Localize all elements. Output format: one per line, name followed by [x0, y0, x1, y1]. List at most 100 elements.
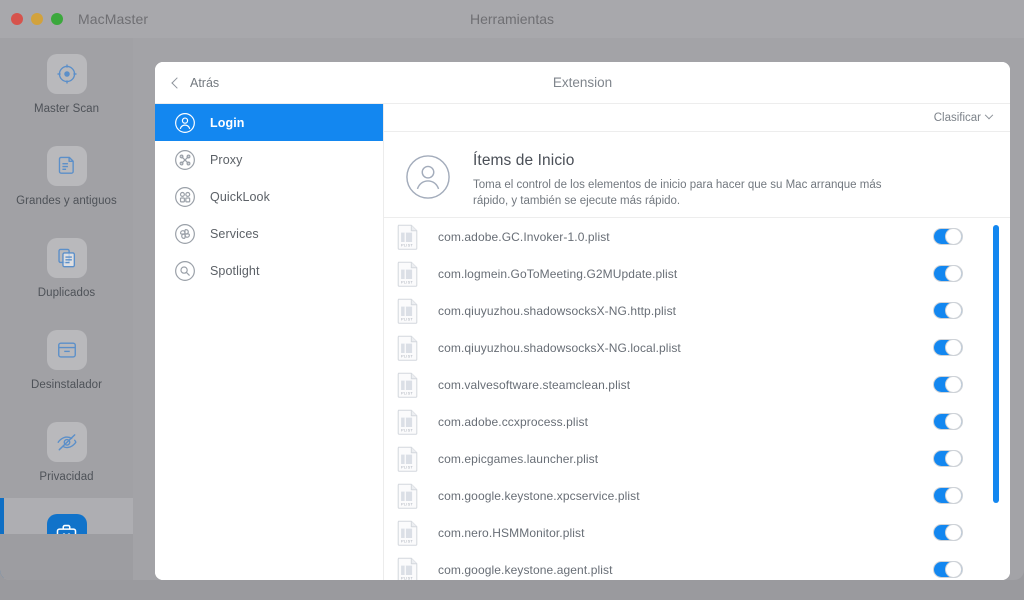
nav-item-label: Spotlight — [210, 263, 260, 278]
nav-item-quicklook[interactable]: QuickLook — [155, 178, 383, 215]
file-name-label: com.adobe.ccxprocess.plist — [438, 414, 588, 429]
item-toggle[interactable] — [933, 265, 963, 282]
svg-text:PLIST: PLIST — [401, 427, 413, 432]
scrollbar-thumb[interactable] — [993, 225, 999, 503]
table-row[interactable]: PLIST com.qiuyuzhou.shadowsocksX-NG.http… — [384, 292, 1010, 329]
toggle-knob — [945, 487, 962, 504]
sidebar-item-duplicados[interactable]: Duplicados — [0, 222, 133, 314]
plist-file-icon: PLIST — [397, 298, 418, 324]
extension-body: Login Proxy QuickLook Services Spotlight… — [155, 104, 1010, 580]
table-row[interactable]: PLIST com.valvesoftware.steamclean.plist — [384, 366, 1010, 403]
item-toggle[interactable] — [933, 339, 963, 356]
nav-item-spotlight[interactable]: Spotlight — [155, 252, 383, 289]
toggle-knob — [945, 302, 962, 319]
sidebar-item-label: Privacidad — [39, 470, 94, 483]
item-toggle[interactable] — [933, 302, 963, 319]
x-circle-icon — [175, 149, 195, 170]
svg-text:PLIST: PLIST — [401, 464, 413, 469]
list-scrollbar[interactable] — [993, 225, 999, 557]
item-toggle[interactable] — [933, 413, 963, 430]
desktop-backdrop: MacMaster Herramientas Master Scan Grand… — [0, 0, 1024, 600]
svg-text:PLIST: PLIST — [401, 353, 413, 358]
item-toggle[interactable] — [933, 450, 963, 467]
toggle-knob — [945, 524, 962, 541]
window-titlebar: MacMaster Herramientas — [0, 0, 1024, 38]
nav-item-label: Login — [210, 115, 245, 130]
sidebar-item-privacidad[interactable]: Privacidad — [0, 406, 133, 498]
user-avatar-icon — [406, 155, 450, 199]
extension-header: Atrás Extension — [155, 62, 1010, 104]
chevron-down-icon — [984, 110, 994, 120]
nav-item-label: Proxy — [210, 152, 243, 167]
item-toggle[interactable] — [933, 524, 963, 541]
nav-item-services[interactable]: Services — [155, 215, 383, 252]
eye-off-icon — [46, 421, 87, 462]
plist-file-icon: PLIST — [397, 372, 418, 398]
table-row[interactable]: PLIST com.adobe.ccxprocess.plist — [384, 403, 1010, 440]
startup-items-list: PLIST com.adobe.GC.Invoker-1.0.plist PLI… — [384, 218, 1010, 580]
file-name-label: com.adobe.GC.Invoker-1.0.plist — [438, 229, 610, 244]
sidebar-item-desinstalador[interactable]: Desinstalador — [0, 314, 133, 406]
intro-description: Toma el control de los elementos de inic… — [473, 179, 882, 207]
target-scan-icon — [46, 53, 87, 94]
item-toggle[interactable] — [933, 376, 963, 393]
toggle-knob — [945, 228, 962, 245]
desktop-bottom-strip — [0, 580, 1024, 600]
extension-panel: Atrás Extension Login Proxy QuickLook Se… — [155, 62, 1010, 580]
svg-text:PLIST: PLIST — [401, 316, 413, 321]
file-name-label: com.epicgames.launcher.plist — [438, 451, 599, 466]
sidebar-item-master-scan[interactable]: Master Scan — [0, 38, 133, 130]
svg-text:PLIST: PLIST — [401, 279, 413, 284]
item-toggle[interactable] — [933, 487, 963, 504]
sidebar-item-grandes-y-antiguos[interactable]: Grandes y antiguos — [0, 130, 133, 222]
file-name-label: com.valvesoftware.steamclean.plist — [438, 377, 631, 392]
clover-circle-icon — [175, 223, 195, 244]
plist-file-icon: PLIST — [397, 483, 418, 509]
intro-text-block: Ítems de Inicio Toma el control de los e… — [473, 151, 903, 209]
plist-file-icon: PLIST — [397, 335, 418, 361]
file-name-label: com.google.keystone.agent.plist — [438, 562, 613, 577]
plist-file-icon: PLIST — [397, 224, 418, 250]
table-row[interactable]: PLIST com.qiuyuzhou.shadowsocksX-NG.loca… — [384, 329, 1010, 366]
plist-file-icon: PLIST — [397, 446, 418, 472]
grid-circle-icon — [175, 186, 195, 207]
table-row[interactable]: PLIST com.epicgames.launcher.plist — [384, 440, 1010, 477]
plist-file-icon: PLIST — [397, 520, 418, 546]
sort-dropdown[interactable]: Clasificar — [933, 104, 994, 132]
table-row[interactable]: PLIST com.logmein.GoToMeeting.G2MUpdate.… — [384, 255, 1010, 292]
file-name-label: com.qiuyuzhou.shadowsocksX-NG.http.plist — [438, 303, 677, 318]
file-name-label: com.google.keystone.xpcservice.plist — [438, 488, 640, 503]
app-window: MacMaster Herramientas Master Scan Grand… — [0, 0, 1024, 580]
file-name-label: com.nero.HSMMonitor.plist — [438, 525, 585, 540]
table-row[interactable]: PLIST com.adobe.GC.Invoker-1.0.plist — [384, 218, 1010, 255]
toggle-knob — [945, 376, 962, 393]
sidebar-item-label: Desinstalador — [31, 378, 102, 391]
toggle-knob — [945, 561, 962, 578]
sort-dropdown-label: Clasificar — [933, 112, 981, 124]
nav-item-label: QuickLook — [210, 189, 270, 204]
extension-nav-list: Login Proxy QuickLook Services Spotlight — [155, 104, 384, 580]
table-row[interactable]: PLIST com.nero.HSMMonitor.plist — [384, 514, 1010, 551]
copy-documents-icon — [46, 237, 87, 278]
plist-file-icon: PLIST — [397, 409, 418, 435]
nav-item-login[interactable]: Login — [155, 104, 383, 141]
svg-text:PLIST: PLIST — [401, 538, 413, 543]
plist-file-icon: PLIST — [397, 261, 418, 287]
toggle-knob — [945, 265, 962, 282]
table-row[interactable]: PLIST com.google.keystone.agent.plist — [384, 551, 1010, 580]
item-toggle[interactable] — [933, 561, 963, 578]
sidebar-item-label: Duplicados — [37, 286, 96, 299]
extension-title: Extension — [552, 75, 613, 90]
item-toggle[interactable] — [933, 228, 963, 245]
toggle-knob — [945, 339, 962, 356]
toggle-knob — [945, 450, 962, 467]
svg-text:PLIST: PLIST — [401, 501, 413, 506]
table-row[interactable]: PLIST com.google.keystone.xpcservice.pli… — [384, 477, 1010, 514]
file-name-label: com.qiuyuzhou.shadowsocksX-NG.local.plis… — [438, 340, 681, 355]
search-circle-icon — [175, 260, 195, 281]
intro-title: Ítems de Inicio — [473, 152, 575, 169]
nav-item-proxy[interactable]: Proxy — [155, 141, 383, 178]
sort-bar: Clasificar — [384, 104, 1010, 132]
sidebar-item-label: Grandes y antiguos — [16, 194, 117, 207]
svg-text:PLIST: PLIST — [401, 242, 413, 247]
